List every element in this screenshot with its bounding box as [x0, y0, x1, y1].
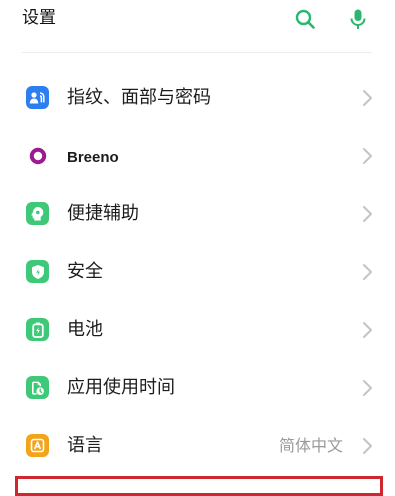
chevron-right-icon	[363, 322, 372, 338]
chevron-right-icon	[363, 380, 372, 396]
chevron-right-icon	[363, 438, 372, 454]
settings-item-label: 语言	[67, 435, 103, 456]
top-bar: 设置	[0, 0, 395, 40]
page-title: 设置	[22, 8, 56, 28]
microphone-icon[interactable]	[347, 8, 369, 30]
settings-item-label: 应用使用时间	[67, 377, 175, 398]
fingerprint-face-icon	[26, 86, 49, 109]
breeno-icon	[26, 144, 49, 167]
current-language-value: 简体中文	[278, 436, 343, 455]
settings-item-label: 便捷辅助	[67, 203, 139, 224]
settings-item-app-usage-time[interactable]: 应用使用时间	[0, 359, 395, 417]
settings-item-security[interactable]: 安全	[0, 243, 395, 301]
settings-item-label: Breeno	[67, 149, 119, 166]
settings-item-label: 安全	[67, 261, 103, 282]
header-divider	[22, 52, 372, 53]
language-icon	[26, 434, 49, 457]
battery-icon	[26, 318, 49, 341]
assist-icon	[26, 202, 49, 225]
usage-time-icon	[26, 376, 49, 399]
settings-item-language[interactable]: 语言 简体中文	[0, 417, 395, 475]
settings-item-battery[interactable]: 电池	[0, 301, 395, 359]
chevron-right-icon	[363, 206, 372, 222]
chevron-right-icon	[363, 148, 372, 164]
search-icon[interactable]	[294, 8, 316, 30]
chevron-right-icon	[363, 264, 372, 280]
settings-item-fingerprint-face-password[interactable]: 指纹、面部与密码	[0, 69, 395, 127]
shield-icon	[26, 260, 49, 283]
chevron-right-icon	[363, 90, 372, 106]
settings-item-label: 电池	[67, 319, 103, 340]
settings-item-convenience-assist[interactable]: 便捷辅助	[0, 185, 395, 243]
settings-list: 指纹、面部与密码 Breeno 便捷辅助 安全 电池 应用使用时间 语言 简体中…	[0, 69, 395, 475]
highlight-box	[15, 476, 383, 496]
settings-item-label: 指纹、面部与密码	[67, 87, 211, 108]
settings-item-breeno[interactable]: Breeno	[0, 127, 395, 185]
